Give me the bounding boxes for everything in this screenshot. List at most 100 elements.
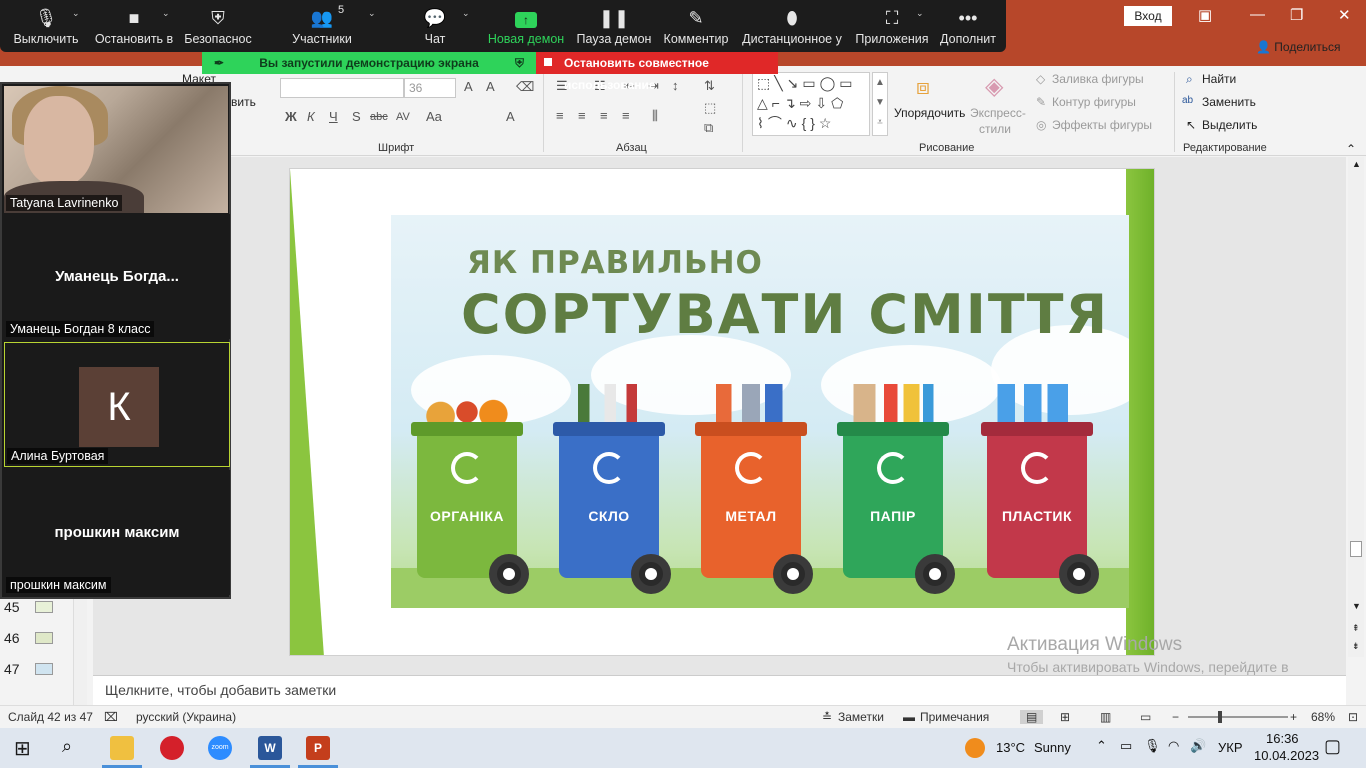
text-direction-icon[interactable]: ⇅ <box>704 78 715 94</box>
zoom-slider-knob[interactable] <box>1218 711 1222 723</box>
normal-view-icon[interactable]: ▤ <box>1020 710 1044 724</box>
slide-thumbnail[interactable] <box>35 663 53 675</box>
zoom-slider[interactable] <box>1188 716 1288 718</box>
pin-icon[interactable]: ✒ <box>214 52 224 74</box>
comments-toggle[interactable]: Примечания <box>920 710 989 724</box>
mute-button[interactable]: 🎙 Выключить ⌄ <box>10 0 82 52</box>
windows-start-icon[interactable]: ⊞ <box>14 736 31 761</box>
char-spacing-button[interactable]: AV <box>396 111 410 123</box>
opera-icon[interactable] <box>160 736 184 760</box>
fit-slide-icon[interactable]: ⊡ <box>1348 710 1358 724</box>
shadow-button[interactable]: S <box>352 109 361 124</box>
microphone-icon[interactable]: 🎙 <box>1144 738 1161 754</box>
ribbon-display-icon[interactable]: ▣ <box>1198 6 1212 24</box>
slideshow-icon[interactable]: ▭ <box>1140 710 1151 724</box>
chevron-down-icon[interactable]: ⌄ <box>916 8 924 19</box>
slide-thumbnail[interactable] <box>35 601 53 613</box>
zoom-level[interactable]: 68% <box>1311 710 1335 724</box>
scrollbar-thumb[interactable] <box>1350 541 1362 557</box>
select-button[interactable]: Выделить <box>1202 118 1257 132</box>
signin-button[interactable]: Вход <box>1124 6 1172 26</box>
strikethrough-button[interactable]: abc <box>370 111 388 123</box>
word-icon[interactable]: W <box>258 736 282 760</box>
thumb-number[interactable]: 47 <box>4 661 20 677</box>
share-button[interactable]: 👤 Поделиться <box>1256 40 1341 54</box>
slide-sorter-icon[interactable]: ⊞ <box>1060 710 1070 724</box>
insert-button[interactable]: вить <box>231 95 256 109</box>
shrink-font-icon[interactable]: A <box>486 79 495 94</box>
notes-pane[interactable]: Щелкните, чтобы добавить заметки <box>93 675 1346 705</box>
previous-slide-icon[interactable]: ⇞ <box>1352 623 1360 634</box>
chevron-down-icon[interactable]: ⌄ <box>462 8 470 19</box>
participant-tile[interactable]: прошкин максим прошкин максим <box>4 470 230 595</box>
thumb-number[interactable]: 45 <box>4 599 20 615</box>
bold-button[interactable]: Ж <box>285 109 297 124</box>
next-slide-icon[interactable]: ⇟ <box>1352 641 1360 652</box>
keyboard-language[interactable]: УКР <box>1218 740 1243 755</box>
grow-font-icon[interactable]: A <box>464 79 473 94</box>
align-right-icon[interactable]: ≡ <box>600 108 608 123</box>
align-center-icon[interactable]: ≡ <box>578 108 586 123</box>
clock-time[interactable]: 16:36 <box>1266 731 1299 746</box>
more-button[interactable]: ••• Дополнит <box>938 0 998 52</box>
new-share-button[interactable]: ↑ Новая демон <box>486 0 566 52</box>
align-text-icon[interactable]: ⬚ <box>704 100 716 116</box>
minimize-icon[interactable]: — <box>1250 6 1265 23</box>
zoom-icon[interactable]: zoom <box>208 736 232 760</box>
zoom-out-icon[interactable]: − <box>1172 710 1179 724</box>
chat-button[interactable]: 💬 Чат ⌄ <box>414 0 470 52</box>
reading-view-icon[interactable]: ▥ <box>1100 710 1111 724</box>
change-case-button[interactable]: Aa <box>426 109 442 124</box>
slide[interactable]: ЯК ПРАВИЛЬНО СОРТУВАТИ СМІТТЯ ОРГАНІКА С… <box>289 168 1155 656</box>
quick-styles-button[interactable]: Экспресс- <box>970 106 1026 120</box>
participants-button[interactable]: 👥 Участники <box>288 0 356 52</box>
wifi-icon[interactable]: ◠ <box>1168 738 1179 754</box>
italic-button[interactable]: К <box>307 109 315 124</box>
arrange-button[interactable]: Упорядочить <box>894 106 965 120</box>
battery-icon[interactable]: ▭ <box>1120 738 1132 754</box>
font-family-select[interactable] <box>280 78 404 98</box>
stop-video-button[interactable]: ■ Остановить в ⌄ <box>94 0 174 52</box>
remote-control-button[interactable]: ⬮ Дистанционное у <box>740 0 844 52</box>
pause-share-button[interactable]: ❚❚ Пауза демон <box>576 0 652 52</box>
columns-icon[interactable]: ⫼ <box>652 108 658 124</box>
clock-date[interactable]: 10.04.2023 <box>1254 748 1319 763</box>
weather-temp[interactable]: 13°C <box>996 740 1025 755</box>
replace-button[interactable]: Заменить <box>1202 95 1256 109</box>
notes-toggle[interactable]: Заметки <box>838 710 884 724</box>
participant-tile[interactable]: Уманець Богда... Уманець Богдан 8 класс <box>4 214 230 339</box>
search-icon[interactable]: ⌕ <box>62 736 72 757</box>
font-size-select[interactable]: 36 <box>404 78 456 98</box>
slide-thumbnail[interactable] <box>35 632 53 644</box>
smartart-icon[interactable]: ⧉ <box>704 120 713 136</box>
scroll-up-icon[interactable]: ▲ <box>1352 159 1361 169</box>
slide-vertical-scrollbar[interactable]: ▲ ▼ ⇞ ⇟ <box>1348 157 1364 657</box>
file-explorer-icon[interactable] <box>110 736 134 760</box>
shapes-gallery-scroll[interactable]: ▲ ▼ ⩡ <box>872 72 888 136</box>
chevron-down-icon[interactable]: ⌄ <box>72 8 80 19</box>
font-color-button[interactable]: A <box>506 109 515 124</box>
close-icon[interactable]: ✕ <box>1338 6 1351 24</box>
stop-share-button[interactable]: Остановить совместное использование <box>536 52 778 92</box>
underline-button[interactable]: Ч <box>329 109 338 124</box>
line-spacing-icon[interactable]: ↕ <box>672 78 679 93</box>
scroll-down-icon[interactable]: ▼ <box>1352 601 1361 611</box>
zoom-in-icon[interactable]: + <box>1290 710 1297 724</box>
apps-button[interactable]: ⛶ Приложения ⌄ <box>854 0 930 52</box>
chevron-down-icon[interactable]: ⌄ <box>162 8 170 19</box>
spellcheck-icon[interactable]: ⌧ <box>104 710 118 724</box>
thumb-number[interactable]: 46 <box>4 630 20 646</box>
clear-format-icon[interactable]: ⌫ <box>516 79 534 95</box>
find-button[interactable]: Найти <box>1202 72 1236 86</box>
chevron-down-icon[interactable]: ⌄ <box>368 8 376 19</box>
chevron-up-icon[interactable]: ⌃ <box>1096 738 1107 754</box>
language-indicator[interactable]: русский (Украина) <box>136 710 236 724</box>
justify-icon[interactable]: ≡ <box>622 108 630 123</box>
collapse-ribbon-icon[interactable]: ⌃ <box>1346 142 1356 156</box>
participant-tile-active[interactable]: К Алина Буртовая <box>4 342 230 467</box>
shape-outline-button[interactable]: Контур фигуры <box>1052 95 1136 109</box>
weather-text[interactable]: Sunny <box>1034 740 1071 755</box>
shape-fill-button[interactable]: Заливка фигуры <box>1052 72 1144 86</box>
align-left-icon[interactable]: ≡ <box>556 108 564 123</box>
weather-sun-icon[interactable] <box>965 738 985 758</box>
